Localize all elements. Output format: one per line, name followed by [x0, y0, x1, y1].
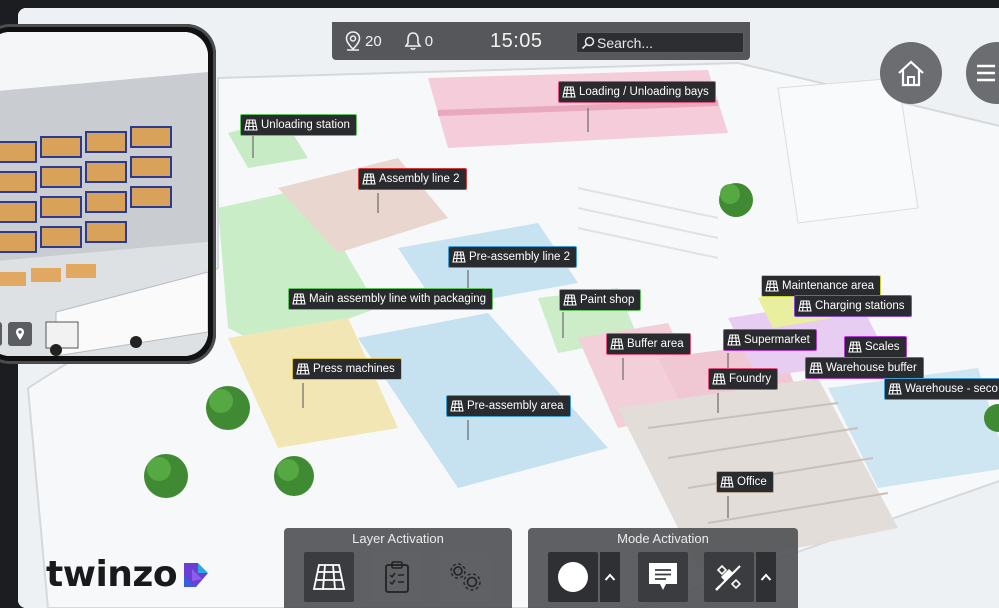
- area-grid-icon: [562, 86, 576, 98]
- map-label-text: Charging stations: [815, 300, 905, 312]
- map-label-assembly-line-2[interactable]: Assembly line 2: [358, 168, 467, 190]
- point-mode-expand-button[interactable]: [600, 552, 620, 602]
- areas-layer-button[interactable]: [304, 552, 354, 602]
- comment-mode-button[interactable]: [638, 552, 688, 602]
- search-input[interactable]: Search...: [576, 32, 744, 53]
- twinzo-logo-mark-icon: [180, 559, 212, 591]
- bell-icon: [404, 31, 425, 51]
- map-label-press-machines[interactable]: Press machines: [292, 358, 402, 380]
- map-label-text: Office: [737, 476, 767, 488]
- notification-counter[interactable]: 0: [404, 31, 433, 51]
- map-label-text: Pre-assembly area: [467, 400, 564, 412]
- hamburger-menu-icon: [975, 63, 997, 83]
- area-grid-icon: [888, 383, 902, 395]
- clock: 15:05: [490, 30, 543, 52]
- area-grid-icon: [848, 341, 862, 353]
- chevron-up-icon: [604, 572, 616, 582]
- map-label-scales[interactable]: Scales: [844, 336, 907, 358]
- map-label-foundry[interactable]: Foundry: [708, 368, 779, 390]
- twinzo-logo: twinzo: [46, 554, 212, 595]
- area-grid-icon: [452, 251, 466, 263]
- map-label-text: Assembly line 2: [379, 173, 460, 185]
- settings-layer-button[interactable]: [440, 552, 490, 602]
- location-pin-icon: [344, 31, 365, 51]
- area-grid-icon: [362, 173, 376, 185]
- area-grid-icon: [450, 400, 464, 412]
- mode-activation-panel: Mode Activation: [528, 528, 798, 608]
- map-label-text: Maintenance area: [782, 280, 875, 292]
- camera-preview[interactable]: [0, 24, 216, 364]
- area-grid-icon: [312, 563, 346, 591]
- map-label-unloading-station[interactable]: Unloading station: [240, 114, 357, 136]
- map-label-text: Pre-assembly line 2: [469, 251, 570, 263]
- map-label-text: Buffer area: [627, 338, 684, 350]
- map-label-office[interactable]: Office: [716, 471, 774, 493]
- map-label-main-assembly-line[interactable]: Main assembly line with packaging: [288, 288, 494, 310]
- point-mode-button[interactable]: [548, 552, 598, 602]
- map-label-text: Warehouse - seco: [905, 383, 998, 395]
- comment-icon: [646, 561, 680, 593]
- area-grid-icon: [610, 338, 624, 350]
- map-label-supermarket[interactable]: Supermarket: [723, 329, 817, 351]
- satellite-icon: [712, 560, 746, 594]
- map-label-maintenance-area[interactable]: Maintenance area: [761, 275, 882, 297]
- map-label-warehouse-second[interactable]: Warehouse - seco: [884, 378, 999, 400]
- area-grid-icon: [244, 119, 258, 131]
- chevron-up-icon: [760, 572, 772, 582]
- map-label-text: Press machines: [313, 363, 395, 375]
- map-label-text: Main assembly line with packaging: [309, 293, 487, 305]
- gears-icon: [447, 561, 483, 593]
- area-grid-icon: [720, 476, 734, 488]
- camera-location-button[interactable]: [8, 322, 32, 346]
- map-label-text: Unloading station: [261, 119, 350, 131]
- mode-activation-title: Mode Activation: [617, 531, 709, 546]
- map-label-text: Warehouse buffer: [826, 362, 917, 374]
- map-label-loading-bays[interactable]: Loading / Unloading bays: [558, 81, 716, 103]
- map-label-pre-assembly-line-2[interactable]: Pre-assembly line 2: [448, 246, 577, 268]
- map-label-text: Supermarket: [744, 334, 810, 346]
- notification-count: 0: [424, 32, 434, 50]
- map-label-text: Foundry: [729, 373, 772, 385]
- map-label-charging-stations[interactable]: Charging stations: [794, 295, 912, 317]
- map-label-warehouse-buffer[interactable]: Warehouse buffer: [805, 357, 924, 379]
- satellite-mode-expand-button[interactable]: [756, 552, 776, 602]
- map-label-text: Scales: [865, 341, 900, 353]
- top-status-bar: 20 0 15:05 Search...: [332, 22, 750, 60]
- location-count: 20: [365, 32, 382, 50]
- area-grid-icon: [727, 334, 741, 346]
- map-label-text: Loading / Unloading bays: [579, 86, 709, 98]
- area-grid-icon: [712, 373, 726, 385]
- camera-preview-view: [0, 32, 208, 356]
- map-label-pre-assembly-area[interactable]: Pre-assembly area: [446, 395, 571, 417]
- area-grid-icon: [809, 362, 823, 374]
- map-label-paint-shop[interactable]: Paint shop: [559, 289, 642, 311]
- area-grid-icon: [292, 293, 306, 305]
- camera-preview-control-left[interactable]: [0, 322, 2, 346]
- layer-activation-panel: Layer Activation: [284, 528, 512, 608]
- home-icon: [895, 58, 927, 88]
- home-button[interactable]: [880, 42, 942, 104]
- layer-activation-title: Layer Activation: [352, 531, 444, 546]
- clipboard-icon: [383, 560, 411, 594]
- map-label-text: Paint shop: [580, 294, 635, 306]
- map-label-buffer-area[interactable]: Buffer area: [606, 333, 691, 355]
- tasks-layer-button[interactable]: [372, 552, 422, 602]
- search-placeholder: Search...: [597, 34, 654, 51]
- circle-icon: [556, 560, 590, 594]
- search-icon: [577, 36, 597, 50]
- location-counter[interactable]: 20: [344, 31, 382, 51]
- warehouse-scene-image: [0, 32, 208, 356]
- area-grid-icon: [563, 294, 577, 306]
- area-grid-icon: [798, 300, 812, 312]
- area-grid-icon: [296, 363, 310, 375]
- brand-name: twinzo: [46, 554, 178, 595]
- area-grid-icon: [765, 280, 779, 292]
- satellite-mode-button[interactable]: [704, 552, 754, 602]
- location-pin-icon: [15, 327, 25, 341]
